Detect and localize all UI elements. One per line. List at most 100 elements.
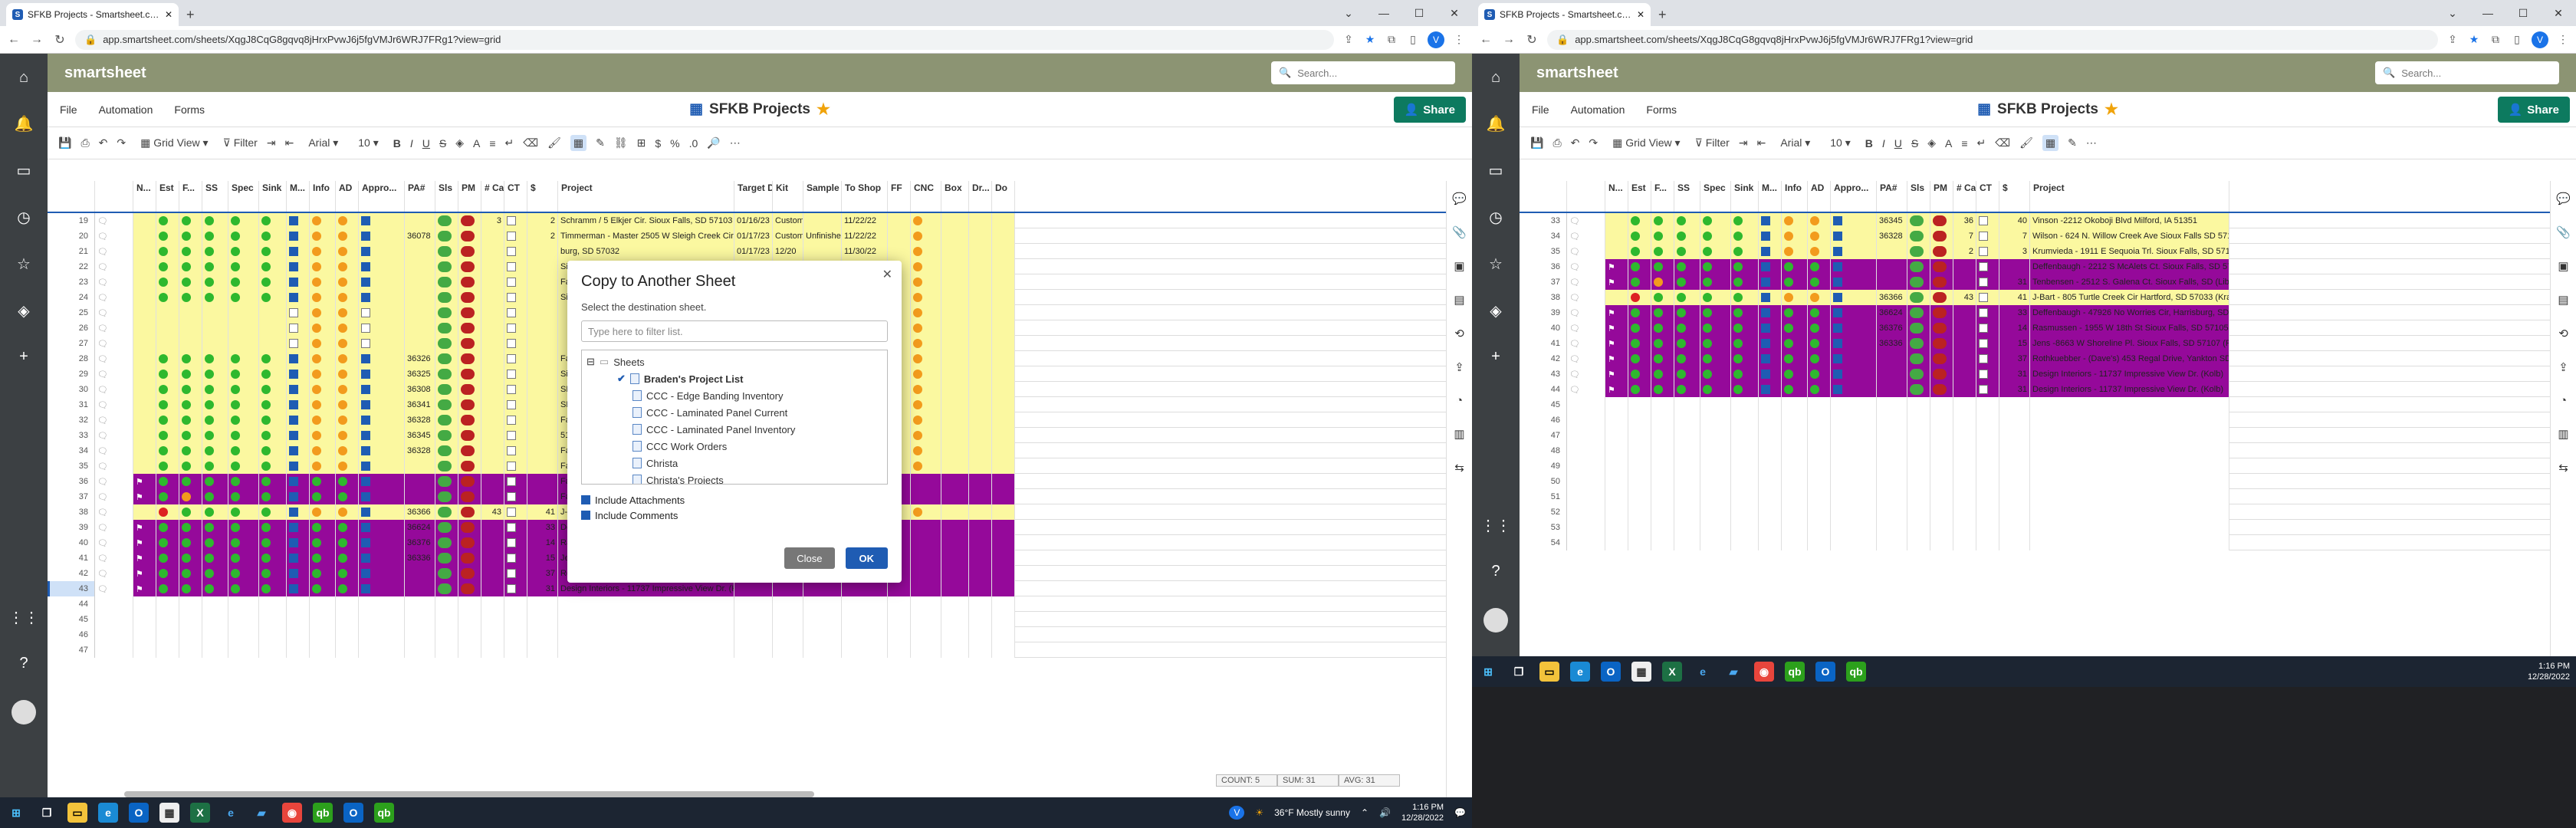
grid-cell[interactable] — [287, 336, 310, 351]
grid-cell[interactable] — [458, 612, 481, 627]
grid-cell[interactable] — [1831, 489, 1877, 504]
grid-cell[interactable] — [803, 612, 842, 627]
start-icon[interactable]: ⊞ — [6, 803, 26, 823]
grid-cell[interactable] — [1605, 290, 1628, 305]
grid-cell[interactable] — [202, 535, 228, 550]
task-view-icon[interactable]: ❐ — [37, 803, 57, 823]
grid-cell[interactable] — [527, 642, 558, 658]
checkbox[interactable] — [361, 446, 370, 455]
grid-cell[interactable] — [481, 627, 504, 642]
grid-cell[interactable] — [941, 305, 969, 320]
flag-icon[interactable]: ⚑ — [136, 584, 143, 594]
dollar-cell[interactable]: 3 — [1999, 244, 2030, 259]
checkbox[interactable] — [1833, 385, 1842, 394]
grid-cell[interactable] — [310, 458, 336, 474]
grid-cell[interactable] — [310, 412, 336, 428]
grid-cell[interactable] — [911, 305, 941, 320]
row-number[interactable]: 28 — [48, 351, 95, 366]
grid-cell[interactable] — [336, 213, 359, 228]
grid-cell[interactable] — [992, 474, 1015, 489]
grid-cell[interactable] — [458, 336, 481, 351]
grid-cell[interactable] — [1731, 520, 1759, 535]
grid-cell[interactable] — [2030, 504, 2229, 520]
grid-cell[interactable] — [179, 259, 202, 274]
grid-cell[interactable] — [1674, 366, 1700, 382]
grid-cell[interactable] — [1731, 213, 1759, 228]
grid-cell[interactable] — [1976, 458, 1999, 474]
checkbox[interactable] — [507, 232, 516, 241]
grid-cell[interactable] — [1700, 489, 1731, 504]
minimize-button[interactable]: — — [2470, 7, 2505, 19]
comment-indicator-icon[interactable] — [1567, 489, 1605, 504]
grid-cell[interactable] — [458, 550, 481, 566]
dollar-cell[interactable] — [527, 474, 558, 489]
pa-number-cell[interactable]: 36624 — [405, 520, 435, 535]
grid-cell[interactable] — [259, 274, 287, 290]
grid-cell[interactable] — [992, 412, 1015, 428]
grid-cell[interactable] — [1831, 520, 1877, 535]
checkbox[interactable] — [507, 508, 516, 517]
grid-cell[interactable] — [1930, 336, 1953, 351]
flag-icon[interactable]: ⚑ — [136, 538, 143, 548]
grid-cell[interactable] — [1782, 213, 1808, 228]
grid-cell[interactable] — [310, 351, 336, 366]
grid-cell[interactable] — [228, 458, 259, 474]
grid-cell[interactable] — [1605, 428, 1628, 443]
comment-indicator-icon[interactable]: 🗨 — [1567, 259, 1605, 274]
grid-cell[interactable] — [435, 366, 458, 382]
grid-cell[interactable] — [1953, 458, 1976, 474]
column-header[interactable]: Info — [1782, 181, 1808, 212]
project-cell[interactable]: Design Interiors - 11737 Impressive View… — [2030, 366, 2229, 382]
grid-cell[interactable] — [435, 627, 458, 642]
comment-indicator-icon[interactable]: 🗨 — [1567, 351, 1605, 366]
grid-cell[interactable] — [2030, 489, 2229, 504]
grid-cell[interactable] — [1651, 320, 1674, 336]
more-toolbar-icon[interactable]: ⋯ — [730, 136, 741, 150]
grid-cell[interactable] — [1976, 443, 1999, 458]
grid-cell[interactable] — [969, 274, 992, 290]
grid-cell[interactable] — [1628, 290, 1651, 305]
flag-icon[interactable]: ⚑ — [1608, 354, 1615, 364]
grid-cell[interactable] — [1651, 228, 1674, 244]
comment-indicator-icon[interactable]: 🗨 — [95, 336, 133, 351]
checkbox[interactable] — [1979, 324, 1988, 333]
grid-cell[interactable] — [1759, 535, 1782, 550]
grid-cell[interactable] — [992, 520, 1015, 535]
grid-cell[interactable] — [969, 550, 992, 566]
grid-cell[interactable] — [2030, 428, 2229, 443]
grid-cell[interactable] — [1628, 412, 1651, 428]
grid-cell[interactable] — [1831, 443, 1877, 458]
grid-cell[interactable] — [458, 412, 481, 428]
link-icon[interactable]: ⛓ — [614, 136, 628, 150]
grid-cell[interactable] — [287, 458, 310, 474]
grid-cell[interactable] — [1628, 535, 1651, 550]
more-menu-icon[interactable]: ⋮ — [1452, 33, 1466, 46]
checkbox[interactable] — [507, 569, 516, 578]
grid-cell[interactable] — [941, 259, 969, 274]
grid-cell[interactable] — [1605, 489, 1628, 504]
grid-cell[interactable] — [287, 504, 310, 520]
grid-cell[interactable] — [888, 642, 911, 658]
grid-cell[interactable] — [156, 612, 179, 627]
row-number[interactable]: 27 — [48, 336, 95, 351]
grid-cell[interactable] — [1976, 290, 1999, 305]
grid-cell[interactable] — [259, 458, 287, 474]
grid-cell[interactable] — [435, 290, 458, 305]
table-row[interactable]: 38🗨363664341J-Bart - 805 Turtle Creek Ci… — [1520, 290, 2550, 305]
grid-cell[interactable] — [1731, 351, 1759, 366]
grid-cell[interactable] — [2030, 520, 2229, 535]
grid-cell[interactable] — [435, 412, 458, 428]
grid-cell[interactable] — [941, 274, 969, 290]
checkbox[interactable] — [1979, 385, 1988, 394]
grid-cell[interactable] — [1808, 228, 1831, 244]
grid-cell[interactable] — [1759, 244, 1782, 259]
grid-cell[interactable] — [228, 612, 259, 627]
grid-cell[interactable] — [228, 412, 259, 428]
grid-cell[interactable] — [1628, 259, 1651, 274]
row-number[interactable]: 30 — [48, 382, 95, 397]
checkbox[interactable] — [1761, 370, 1770, 379]
grid-cell[interactable] — [179, 412, 202, 428]
grid-cell[interactable] — [992, 581, 1015, 596]
grid-cell[interactable] — [435, 428, 458, 443]
grid-cell[interactable] — [941, 351, 969, 366]
